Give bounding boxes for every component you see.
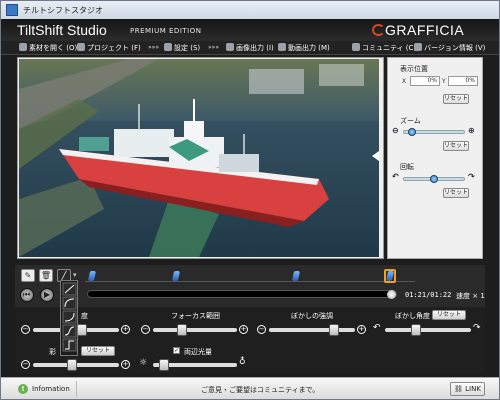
rewind-icon: ⏮ xyxy=(23,290,31,299)
keyframe-track[interactable] xyxy=(85,281,415,282)
saturation-plus-icon[interactable]: + xyxy=(121,360,130,369)
menu-version-info[interactable]: バージョン情報 (V) xyxy=(414,42,485,54)
zoom-reset-button[interactable]: リセット xyxy=(443,141,469,151)
saturation-minus-icon[interactable]: − xyxy=(21,360,30,369)
blur-angle-reset-button[interactable]: リセット xyxy=(432,310,467,320)
play-icon: ▶ xyxy=(44,290,51,299)
menu-separator: »»» xyxy=(208,44,220,51)
brightness-label: 度 xyxy=(81,312,88,320)
menu-community[interactable]: コミュニティ (C) xyxy=(352,42,416,54)
menu-bar: 素材を開く (O) プロジェクト (F) »»» 設定 (S) »»» 画像出力… xyxy=(1,41,499,55)
menu-image-export[interactable]: 画像出力 (I) xyxy=(226,42,274,54)
project-icon xyxy=(77,43,85,51)
folder-icon xyxy=(19,43,27,51)
blur-plus-icon[interactable]: + xyxy=(357,325,366,334)
curve-options xyxy=(62,282,77,352)
focus-minus-icon[interactable]: − xyxy=(141,325,150,334)
playback-speed[interactable]: 速度 × 1 xyxy=(456,291,485,301)
menu-video-export[interactable]: 動画出力 (M) xyxy=(278,42,330,54)
blur-strength-slider-track[interactable] xyxy=(269,328,355,332)
status-bar: ! Infomation ご意見・ご要望はコミュニティまで。 ⛓ LINK xyxy=(1,377,499,399)
app-icon xyxy=(6,4,18,16)
seek-knob[interactable] xyxy=(387,290,396,299)
gear-icon xyxy=(164,43,172,51)
info-icon xyxy=(414,43,422,51)
blur-minus-icon[interactable]: − xyxy=(257,325,266,334)
saturation-label: 彩 xyxy=(49,348,56,356)
grafficia-logo-icon xyxy=(372,24,385,36)
light-bulb-icon[interactable]: ♁ xyxy=(239,357,246,367)
saturation-slider-thumb[interactable] xyxy=(67,359,77,371)
saturation-reset-button[interactable]: リセット xyxy=(81,346,116,356)
brand-name: TiltShift Studio xyxy=(17,22,107,38)
zoom-in-icon[interactable]: ⊕ xyxy=(468,126,475,135)
seek-bar[interactable] xyxy=(87,290,397,298)
company-logo: GRAFFICIA xyxy=(385,22,465,38)
view-settings-panel: 表示位置 X 0% Y 0% リセット ズーム ⊖ ⊕ リセット 回転 ↶ ↷ … xyxy=(387,57,483,259)
chat-icon xyxy=(352,43,360,51)
rotate-left-icon[interactable]: ↶ xyxy=(392,172,399,181)
rotation-slider-thumb[interactable] xyxy=(430,175,438,183)
rotate-right-icon[interactable]: ↷ xyxy=(473,323,481,333)
blur-angle-slider-thumb[interactable] xyxy=(411,324,421,336)
ship-photo-preview xyxy=(19,59,379,257)
menu-separator: »»» xyxy=(148,44,160,51)
blur-strength-label: ぼかしの強調 xyxy=(291,312,333,320)
blur-angle-label: ぼかし角度 xyxy=(395,312,430,320)
rotate-right-icon[interactable]: ↷ xyxy=(468,172,475,181)
menu-settings[interactable]: 設定 (S) xyxy=(164,42,200,54)
pencil-tool-button[interactable]: ✎ xyxy=(21,269,35,282)
both-ends-light-checkbox[interactable]: ✓ xyxy=(173,347,180,354)
y-position-field[interactable]: 0% xyxy=(448,76,478,86)
menu-project[interactable]: プロジェクト (F) xyxy=(77,42,141,54)
rotate-left-icon[interactable]: ↶ xyxy=(373,323,381,333)
x-label: X xyxy=(402,78,407,85)
app-window: チルトシフトスタジオ TiltShift Studio PREMIUM EDIT… xyxy=(0,0,500,400)
blur-strength-slider-thumb[interactable] xyxy=(329,324,339,336)
zoom-slider-thumb[interactable] xyxy=(408,128,416,136)
brightness-plus-icon[interactable]: + xyxy=(121,325,130,334)
image-icon xyxy=(226,43,234,51)
curve-type-dropdown[interactable] xyxy=(60,280,78,356)
preview-canvas[interactable] xyxy=(19,59,379,257)
window-title: チルトシフトスタジオ xyxy=(23,6,103,15)
menu-open-material[interactable]: 素材を開く (O) xyxy=(19,42,77,54)
rotation-title: 回転 xyxy=(400,163,414,171)
position-title: 表示位置 xyxy=(400,65,428,73)
both-ends-light-slider-thumb[interactable] xyxy=(159,359,169,371)
focus-slider-thumb[interactable] xyxy=(177,324,187,336)
focus-slider-track[interactable] xyxy=(153,328,237,332)
chevron-down-icon[interactable]: ▾ xyxy=(73,271,77,279)
app-header: TiltShift Studio PREMIUM EDITION GRAFFIC… xyxy=(1,19,499,41)
panel-collapse-arrow-icon[interactable] xyxy=(372,151,379,161)
position-reset-button[interactable]: リセット xyxy=(443,94,469,104)
os-title-bar[interactable]: チルトシフトスタジオ xyxy=(1,1,499,19)
x-position-field[interactable]: 0% xyxy=(410,76,440,86)
rotation-reset-button[interactable]: リセット xyxy=(443,188,469,198)
timeline-panel xyxy=(15,265,485,307)
info-icon: ! xyxy=(18,384,28,394)
focus-plus-icon[interactable]: + xyxy=(239,325,248,334)
blur-angle-slider-track[interactable] xyxy=(385,328,471,332)
zoom-out-icon[interactable]: ⊖ xyxy=(392,126,399,135)
light-dim-icon[interactable]: ☼ xyxy=(139,358,147,368)
link-button[interactable]: ⛓ LINK xyxy=(450,382,485,396)
info-label: Infomation xyxy=(32,385,70,393)
edition-label: PREMIUM EDITION xyxy=(130,27,202,35)
link-icon: ⛓ xyxy=(454,385,463,393)
y-label: Y xyxy=(442,78,446,85)
zoom-title: ズーム xyxy=(400,117,421,125)
status-message: ご意見・ご要望はコミュニティまで。 xyxy=(201,386,320,394)
status-divider xyxy=(76,381,77,397)
video-icon xyxy=(278,43,286,51)
both-ends-light-label: 両辺光量 xyxy=(184,348,212,356)
timecode: 01:21/01:22 xyxy=(405,291,452,299)
focus-range-label: フォーカス範囲 xyxy=(171,312,220,320)
brightness-minus-icon[interactable]: − xyxy=(21,325,30,334)
trash-button[interactable]: 🗑 xyxy=(39,269,53,282)
